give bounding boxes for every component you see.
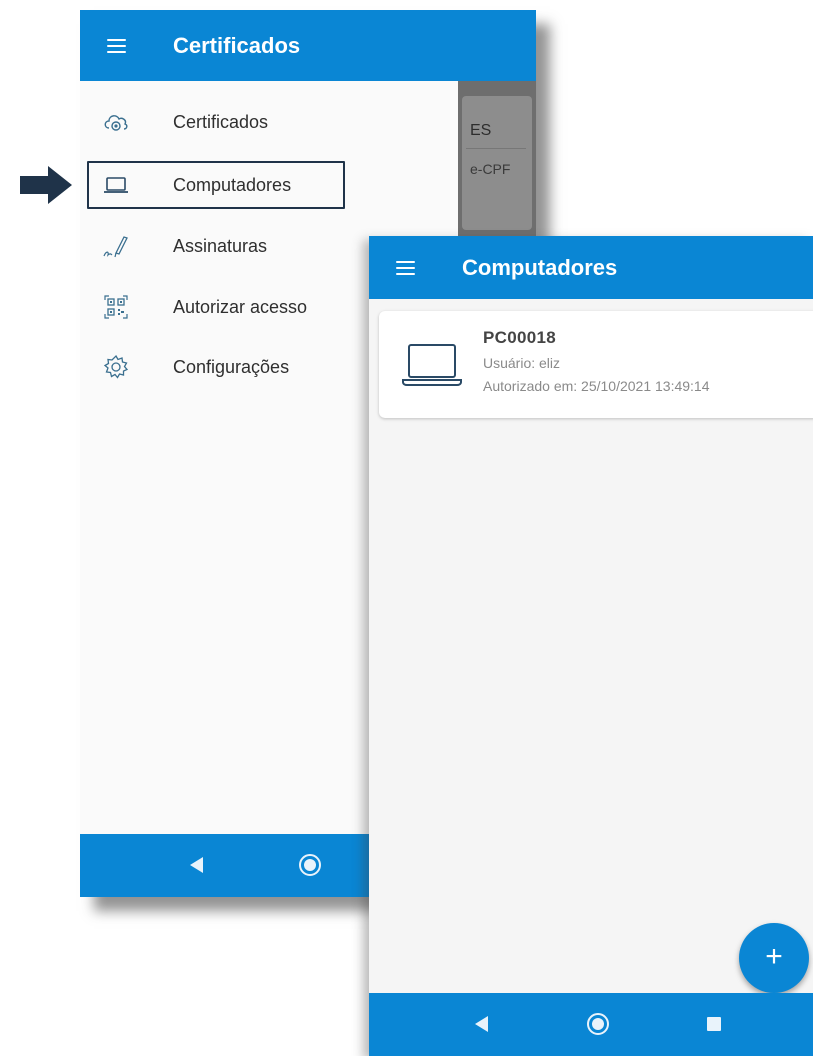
computadores-screen: Computadores PC00018 Usuário: eliz Autor… (369, 236, 813, 1056)
computer-user: Usuário: eliz (483, 355, 561, 371)
computer-card[interactable]: PC00018 Usuário: eliz Autorizado em: 25/… (379, 311, 813, 418)
laptop-icon (402, 344, 462, 386)
back-icon[interactable] (190, 857, 203, 873)
background-card-divider (466, 148, 526, 149)
cloud-certificate-icon (104, 115, 128, 131)
background-card-subtitle: e-CPF (470, 161, 511, 177)
computer-authorized-date: Autorizado em: 25/10/2021 13:49:14 (483, 378, 710, 394)
computadores-title: Computadores (462, 254, 618, 280)
add-computer-button[interactable]: + (739, 923, 809, 993)
drawer-title: Certificados (173, 32, 301, 58)
background-card-title: ES (470, 122, 492, 139)
nav-label-autorizar-acesso: Autorizar acesso (173, 296, 308, 317)
background-certificate-card: ES e-CPF (462, 96, 532, 230)
nav-item-computadores[interactable]: Computadores (80, 157, 458, 213)
nav-item-certificados[interactable]: Certificados (80, 94, 458, 150)
home-icon[interactable] (299, 854, 321, 876)
back-icon[interactable] (475, 1016, 488, 1032)
nav-label-certificados: Certificados (173, 111, 269, 132)
laptop-icon (104, 177, 128, 193)
gear-icon (103, 354, 129, 379)
system-nav-bar (369, 993, 813, 1056)
pointer-arrow-icon (20, 166, 72, 204)
hamburger-menu-icon[interactable] (107, 38, 126, 53)
hamburger-menu-icon[interactable] (396, 260, 415, 275)
signature-pen-icon (103, 236, 128, 258)
drawer-app-bar: Certificados (80, 10, 536, 81)
nav-label-computadores: Computadores (173, 174, 292, 195)
nav-label-assinaturas: Assinaturas (173, 235, 268, 256)
computadores-app-bar: Computadores (369, 236, 813, 299)
nav-label-configuracoes: Configurações (173, 356, 290, 377)
computer-name: PC00018 (483, 328, 556, 347)
home-icon[interactable] (587, 1013, 609, 1035)
qr-code-icon (104, 295, 128, 319)
recent-apps-icon[interactable] (707, 1017, 721, 1031)
